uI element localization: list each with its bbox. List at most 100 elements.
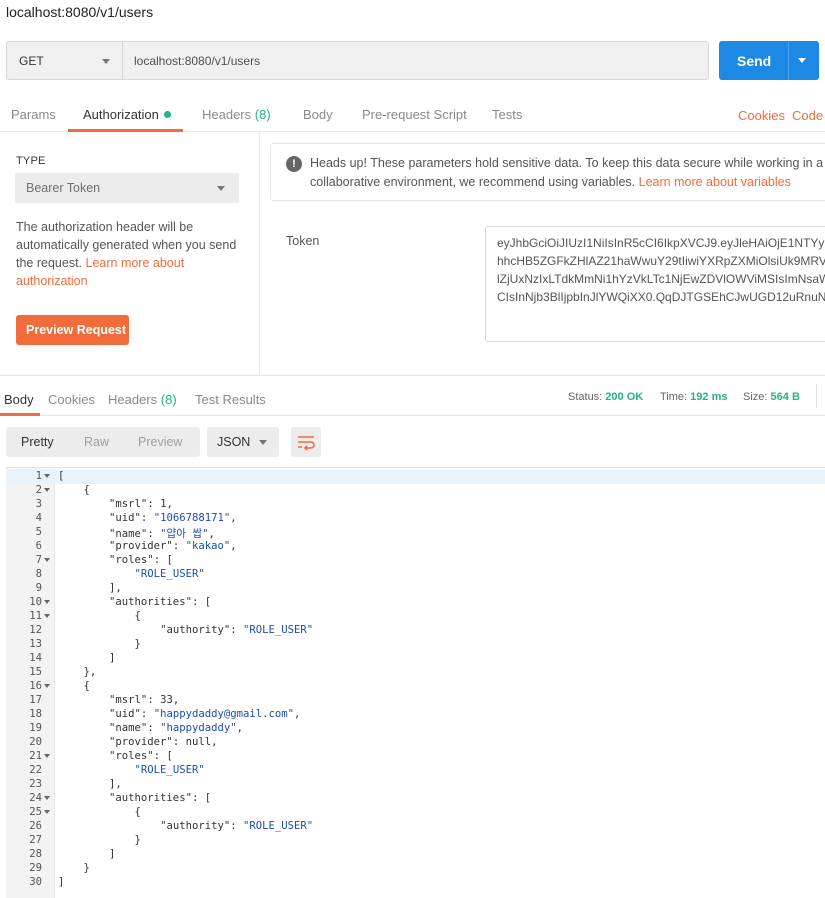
url-value: localhost:8080/v1/users — [134, 54, 261, 68]
send-divider — [788, 41, 789, 80]
chevron-down-icon — [217, 186, 225, 191]
send-options-chevron-icon[interactable] — [798, 58, 806, 63]
response-tabs: Body Cookies Headers (8) Test Results St… — [0, 375, 825, 416]
code-text: } — [58, 834, 141, 846]
fold-toggle-icon[interactable] — [44, 810, 50, 814]
code-line: 3 "msrl": 1, — [6, 498, 825, 512]
code-text: "provider": "kakao", — [109, 540, 237, 552]
line-number: 16 — [29, 680, 42, 692]
code-link[interactable]: Code — [792, 108, 823, 123]
code-text: "roles": [ — [109, 750, 173, 762]
auth-type-label: TYPE — [16, 155, 46, 167]
code-line: 28 ] — [6, 848, 825, 862]
fold-toggle-icon[interactable] — [44, 754, 50, 758]
learn-more-variables-link[interactable]: Learn more about variables — [639, 175, 791, 189]
fold-toggle-icon[interactable] — [44, 558, 50, 562]
code-text: "name": "happydaddy", — [109, 722, 244, 734]
format-value: JSON — [217, 435, 251, 449]
format-select[interactable]: JSON — [207, 427, 279, 457]
fold-toggle-icon[interactable] — [44, 474, 50, 478]
line-number: 29 — [29, 862, 42, 874]
line-number: 11 — [29, 610, 42, 622]
method-select[interactable]: GET — [6, 41, 122, 80]
code-line: 18 "uid": "happydaddy@gmail.com", — [6, 708, 825, 722]
line-number: 30 — [29, 876, 42, 888]
tab-authorization[interactable]: Authorization — [83, 107, 171, 122]
fold-toggle-icon[interactable] — [44, 796, 50, 800]
code-text: ] — [58, 652, 116, 664]
code-text: "ROLE_USER" — [134, 764, 205, 776]
code-line: 27 } — [6, 834, 825, 848]
code-line: 10 "authorities": [ — [6, 596, 825, 610]
response-tab-test-results[interactable]: Test Results — [195, 392, 266, 407]
token-input[interactable]: eyJhbGciOiJIUzI1NiIsInR5cCI6IkpXVCJ9.eyJ… — [485, 226, 825, 342]
line-number: 21 — [29, 750, 42, 762]
code-line: 22 "ROLE_USER" — [6, 764, 825, 778]
code-line: 9 ], — [6, 582, 825, 596]
fold-toggle-icon[interactable] — [44, 488, 50, 492]
response-body-viewer[interactable]: 1[2 {3 "msrl": 1, 4 "uid": "1066788171", 5… — [6, 467, 825, 898]
code-text: "ROLE_USER" — [134, 568, 205, 580]
code-text: { — [58, 806, 141, 818]
status-divider — [816, 384, 817, 408]
line-number: 20 — [29, 736, 42, 748]
line-number: 10 — [29, 596, 42, 608]
time-value: 192 ms — [690, 391, 728, 403]
tab-params[interactable]: Params — [11, 107, 56, 122]
code-line: 23 ], — [6, 778, 825, 792]
code-text: ], — [58, 778, 122, 790]
code-text: "uid": "1066788171", — [109, 512, 237, 524]
tab-headers-label: Headers — [202, 107, 252, 122]
line-number: 28 — [29, 848, 42, 860]
line-number: 13 — [29, 638, 42, 650]
response-tab-cookies[interactable]: Cookies — [48, 392, 95, 407]
code-text: ] — [58, 848, 116, 860]
pretty-button[interactable]: Pretty — [21, 435, 54, 449]
fold-toggle-icon[interactable] — [44, 684, 50, 688]
line-number: 2 — [35, 484, 42, 496]
line-number: 24 — [29, 792, 42, 804]
tab-tests[interactable]: Tests — [492, 107, 522, 122]
code-line: 19 "name": "happydaddy", — [6, 722, 825, 736]
code-text: [ — [58, 470, 65, 482]
code-line: 8 "ROLE_USER" — [6, 568, 825, 582]
method-value: GET — [19, 54, 44, 68]
line-number: 22 — [29, 764, 42, 776]
send-button[interactable]: Send — [719, 41, 819, 80]
auth-type-select[interactable]: Bearer Token — [15, 173, 239, 203]
line-number: 5 — [35, 526, 42, 538]
tab-headers[interactable]: Headers (8) — [202, 107, 271, 122]
wrap-lines-button[interactable] — [291, 427, 321, 457]
code-text: { — [58, 610, 141, 622]
preview-button[interactable]: Preview — [138, 435, 182, 449]
send-label: Send — [737, 53, 772, 69]
response-headers-count: (8) — [160, 392, 177, 407]
chevron-down-icon — [102, 59, 110, 64]
wrap-lines-icon — [298, 436, 315, 451]
tab-authorization-label: Authorization — [83, 107, 159, 122]
code-text: "name": "얍아 쌉", — [109, 528, 215, 540]
code-line: 5 "name": "얍아 쌉", — [6, 526, 825, 540]
tab-body[interactable]: Body — [303, 107, 333, 122]
line-number: 6 — [35, 540, 42, 552]
fold-toggle-icon[interactable] — [44, 614, 50, 618]
response-tab-headers[interactable]: Headers (8) — [108, 392, 177, 407]
raw-button[interactable]: Raw — [84, 435, 109, 449]
code-line: 24 "authorities": [ — [6, 792, 825, 806]
code-text: } — [58, 862, 90, 874]
tab-pre-request-script[interactable]: Pre-request Script — [362, 107, 467, 122]
code-text: "uid": "happydaddy@gmail.com", — [109, 708, 301, 720]
cookies-link[interactable]: Cookies — [738, 108, 785, 123]
code-text: }, — [58, 666, 97, 678]
code-text: } — [58, 638, 141, 650]
response-tab-body[interactable]: Body — [4, 392, 34, 407]
fold-toggle-icon[interactable] — [44, 600, 50, 604]
url-input[interactable]: localhost:8080/v1/users — [122, 41, 709, 80]
code-text: ], — [58, 582, 122, 594]
code-line: 21 "roles": [ — [6, 750, 825, 764]
code-line: 7 "roles": [ — [6, 554, 825, 568]
code-line: 6 "provider": "kakao", — [6, 540, 825, 554]
size-readout: Size: 564 B — [743, 391, 800, 403]
preview-request-label: Preview Request — [26, 323, 127, 337]
preview-request-button[interactable]: Preview Request — [16, 315, 129, 345]
